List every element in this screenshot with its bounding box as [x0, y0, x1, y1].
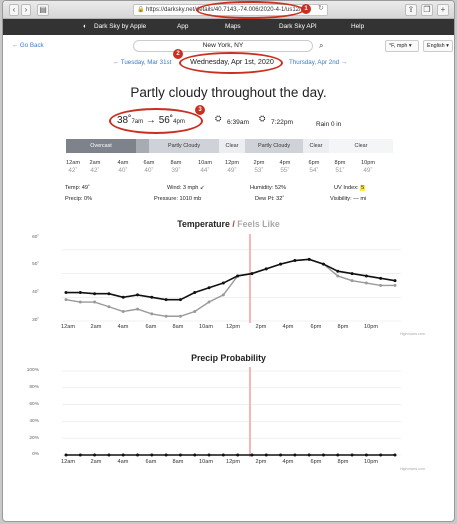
data-point	[350, 279, 354, 283]
data-point	[364, 453, 368, 457]
data-point	[336, 274, 340, 278]
charts-svg	[62, 234, 401, 457]
data-point	[107, 292, 111, 296]
data-point	[393, 283, 397, 287]
data-point	[321, 262, 325, 266]
data-point	[307, 257, 311, 261]
series-line	[65, 258, 395, 317]
data-point	[164, 453, 168, 457]
data-point	[250, 272, 254, 276]
data-point	[264, 453, 268, 457]
data-point	[393, 279, 397, 283]
data-point	[107, 305, 111, 309]
data-point	[350, 453, 354, 457]
data-point	[307, 453, 311, 457]
data-point	[279, 453, 283, 457]
data-point	[193, 291, 197, 295]
data-point	[64, 298, 68, 302]
data-point	[136, 307, 140, 311]
data-point	[121, 295, 125, 299]
data-point	[236, 274, 240, 278]
data-point	[221, 293, 225, 297]
data-point	[379, 283, 383, 287]
data-point	[150, 453, 154, 457]
data-point	[250, 453, 254, 457]
data-point	[178, 453, 182, 457]
data-point	[93, 453, 97, 457]
data-point	[178, 314, 182, 318]
data-point	[321, 453, 325, 457]
data-point	[193, 453, 197, 457]
data-point	[207, 453, 211, 457]
data-point	[336, 453, 340, 457]
data-point	[136, 453, 140, 457]
data-point	[207, 300, 211, 304]
data-point	[293, 453, 297, 457]
data-point	[178, 298, 182, 302]
data-point	[350, 272, 354, 276]
data-point	[121, 453, 125, 457]
data-point	[136, 293, 140, 297]
data-point	[93, 300, 97, 304]
data-point	[193, 310, 197, 314]
data-point	[236, 453, 240, 457]
data-point	[221, 281, 225, 285]
data-point	[264, 267, 268, 271]
data-point	[279, 262, 283, 266]
data-point	[393, 453, 397, 457]
data-point	[64, 453, 68, 457]
data-point	[207, 286, 211, 290]
data-point	[121, 310, 125, 314]
data-point	[150, 312, 154, 316]
data-point	[164, 314, 168, 318]
data-point	[93, 292, 97, 296]
data-point	[379, 453, 383, 457]
data-point	[336, 269, 340, 273]
data-point	[221, 453, 225, 457]
data-point	[364, 281, 368, 285]
data-point	[107, 453, 111, 457]
data-point	[379, 276, 383, 280]
data-point	[78, 453, 82, 457]
browser-window: ‹ › ▤ 🔒 https://darksky.net/details/40.7…	[2, 0, 455, 522]
data-point	[150, 295, 154, 299]
data-point	[293, 259, 297, 263]
data-point	[78, 291, 82, 295]
data-point	[364, 274, 368, 278]
series-line	[66, 258, 396, 301]
data-point	[64, 291, 68, 295]
data-point	[78, 300, 82, 304]
data-point	[164, 298, 168, 302]
